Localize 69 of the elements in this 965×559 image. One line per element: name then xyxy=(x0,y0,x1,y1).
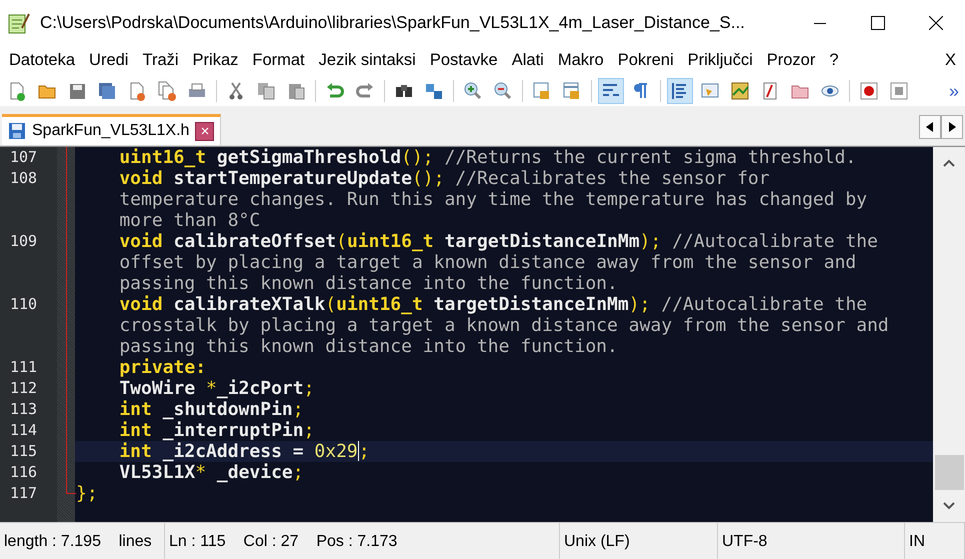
code-line: passing this known distance into the function. xyxy=(118,273,619,294)
code-line: passing this known distance into the function. xyxy=(118,336,619,357)
menu-item[interactable]: ? xyxy=(821,48,845,73)
line-number: 117 xyxy=(9,483,38,504)
menu-item[interactable]: Pokreni xyxy=(610,48,680,73)
menu-item[interactable]: Alati xyxy=(504,48,550,73)
replace-icon xyxy=(424,81,444,101)
tab-scroll-left-button[interactable] xyxy=(919,115,941,139)
line-number: 110 xyxy=(9,294,38,315)
line-number: 113 xyxy=(9,399,38,420)
code-line: int _interruptPin; xyxy=(118,420,316,441)
code-line: void startTemperatureUpdate(); //Recalibrates the sensor for xyxy=(118,168,771,189)
code-line: private: xyxy=(118,357,208,378)
stop-icon xyxy=(889,81,909,101)
vertical-scrollbar[interactable] xyxy=(933,147,965,522)
menu-item[interactable]: Jezik sintaksi xyxy=(310,48,422,73)
code-line: uint16_t getSigmaThreshold(); //Returns the current sigma threshold. xyxy=(118,147,858,168)
line-number: 114 xyxy=(9,420,38,441)
menu-item[interactable]: Datoteka xyxy=(2,48,82,73)
status-field: length : 7.195 lines xyxy=(0,523,165,559)
left-arrow-icon xyxy=(926,122,934,132)
save-all-icon xyxy=(97,81,117,101)
app-icon xyxy=(8,12,30,34)
line-number: 116 xyxy=(9,462,38,483)
window-title: C:\Users\Podrska\Documents\Arduino\libraries\SparkFun_VL53L1X_4m_Laser_Distance_S... xyxy=(40,12,746,32)
menu-item[interactable]: Makro xyxy=(550,48,610,73)
code-line: }; xyxy=(75,483,99,504)
status-field: Unix (LF) xyxy=(560,523,718,559)
line-number: 109 xyxy=(9,231,38,252)
file-tab[interactable]: SparkFun_VL53L1X.h × xyxy=(2,114,222,145)
zoom-in-icon xyxy=(463,81,483,101)
menu-item[interactable]: Traži xyxy=(134,48,185,73)
line-number: 115 xyxy=(9,441,38,462)
tab-close-button[interactable]: × xyxy=(195,122,214,140)
copy-icon xyxy=(256,81,276,101)
status-field: IN xyxy=(905,523,965,559)
menu-item[interactable]: Prozor xyxy=(758,48,822,73)
status-field: Ln : 115 Col : 27 Pos : 7.173 xyxy=(165,523,560,559)
menu-item[interactable]: Prikaz xyxy=(184,48,244,73)
tab-scroll-right-button[interactable] xyxy=(941,115,963,139)
paste-icon xyxy=(286,81,306,101)
code-line: crosstalk by placing a target a known distance away from the sensor and xyxy=(118,315,890,336)
toolbar-overflow-button[interactable]: » xyxy=(948,80,959,102)
code-line: int _shutdownPin; xyxy=(118,399,305,420)
code-line: offset by placing a target a known distance away from the sensor and xyxy=(118,252,858,273)
menu-item[interactable]: Priključci xyxy=(680,48,759,73)
zoom-out-icon xyxy=(493,81,513,101)
line-number: 108 xyxy=(9,168,38,189)
code-line: more than 8°C xyxy=(118,210,262,231)
status-field: UTF-8 xyxy=(718,523,905,559)
menu-item[interactable]: Uredi xyxy=(81,48,134,73)
code-line: void calibrateOffset(uint16_t targetDistanceInMm); //Autocalibrate the xyxy=(118,231,879,252)
menu-item[interactable]: Postavke xyxy=(422,48,504,73)
code-line: VL53L1X* _device; xyxy=(118,462,305,483)
right-arrow-icon xyxy=(948,122,956,132)
code-line: temperature changes. Run this any time the temperature has changed by xyxy=(118,189,868,210)
maximize-icon xyxy=(871,16,885,30)
save-icon xyxy=(8,122,26,140)
close-document-button[interactable]: X xyxy=(936,48,965,73)
code-line: TwoWire *_i2cPort; xyxy=(118,378,316,399)
line-number: 111 xyxy=(9,357,38,378)
code-line: void calibrateXTalk(uint16_t targetDistanceInMm); //Autocalibrate the xyxy=(118,294,868,315)
line-number: 107 xyxy=(9,147,38,168)
minimize-icon xyxy=(814,22,826,24)
line-number: 112 xyxy=(9,378,38,399)
save-icon xyxy=(67,81,87,101)
record-icon xyxy=(859,81,879,101)
scroll-thumb[interactable] xyxy=(935,455,964,490)
menu-item[interactable]: Format xyxy=(244,48,311,73)
